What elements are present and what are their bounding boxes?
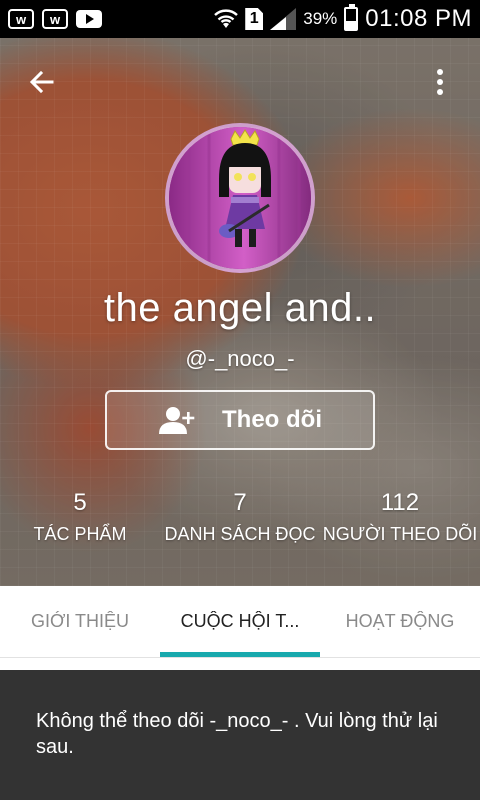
tab-about[interactable]: GIỚI THIỆU [0,586,160,657]
tab-label: GIỚI THIỆU [30,611,130,631]
arrow-left-icon [29,70,54,94]
back-button[interactable] [22,62,62,102]
more-options-button[interactable] [420,62,460,102]
follow-button-label: Theo dõi [222,406,322,433]
status-bar: w w 1 39% 01:08 PM [0,0,480,38]
wifi-icon [214,9,239,28]
snackbar-message: Không thể theo dõi -_noco_- . Vui lòng t… [36,710,438,758]
profile-stats: 5 TÁC PHẨM 7 DANH SÁCH ĐỌC 112 NGƯỜI THE… [0,488,480,578]
signal-icon [270,8,297,30]
stat-label: DANH SÁCH ĐỌC [164,524,316,544]
stat-value: 7 [233,489,247,516]
stat-followers[interactable]: 112 NGƯỜI THEO DÕI [320,488,480,578]
add-person-icon [159,407,195,434]
profile-header: the angel and.. @-_noco_- Theo dõi 5 TÁC… [0,38,480,586]
profile-tabs: GIỚI THIỆU CUỘC HỘI T... HOẠT ĐỘNG [0,586,480,658]
app-w-icon: w [42,9,68,29]
tab-activity[interactable]: HOẠT ĐỘNG [320,586,480,657]
stat-label: NGƯỜI THEO DÕI [322,524,478,544]
battery-icon [344,4,359,31]
app-w-icon: w [8,9,34,29]
battery-percent: 39% [303,9,338,28]
display-name: the angel and.. [103,286,377,330]
stat-value: 112 [380,489,420,516]
tab-label: CUỘC HỘI T... [180,611,300,631]
notification-icons: w w [8,9,102,29]
tab-label: HOẠT ĐỘNG [345,611,455,631]
youtube-icon [76,10,102,28]
follow-button[interactable]: Theo dõi [105,390,375,450]
sim-icon: 1 [245,8,264,30]
username: @-_noco_- [185,346,295,371]
stat-value: 5 [73,489,87,516]
system-icons: 1 39% 01:08 PM [214,4,472,33]
clock: 01:08 PM [365,5,472,32]
more-vertical-icon [437,69,443,95]
snackbar: Không thể theo dõi -_noco_- . Vui lòng t… [0,670,480,800]
stat-label: TÁC PHẨM [33,524,127,544]
tab-conversations[interactable]: CUỘC HỘI T... [160,586,320,657]
stat-reading-lists[interactable]: 7 DANH SÁCH ĐỌC [160,488,320,578]
avatar[interactable] [165,123,315,273]
stat-works[interactable]: 5 TÁC PHẨM [0,488,160,578]
